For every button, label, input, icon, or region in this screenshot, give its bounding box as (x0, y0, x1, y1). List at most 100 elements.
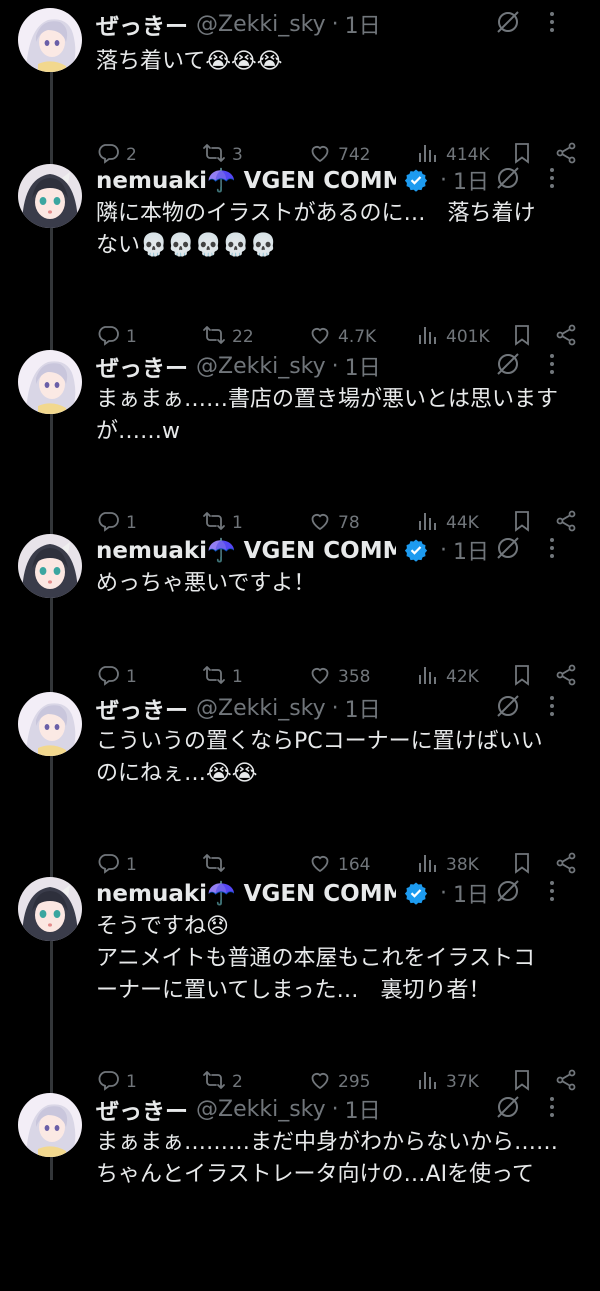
tweet-header: ぜっきー @Zekki_sky · 1日 (96, 6, 584, 42)
tweet-header: ぜっきー @Zekki_sky · 1日 (96, 1091, 584, 1127)
reply-count: 1 (126, 667, 137, 687)
separator-dot: · (331, 695, 339, 721)
views-count: 401K (446, 327, 490, 347)
tweet-header: nemuaki☂️ VGEN COMM... ·1日 (96, 532, 584, 568)
action-bar: 1 1 358 42K (96, 662, 588, 692)
like-count: 78 (338, 513, 360, 533)
tweet[interactable]: nemuaki☂️ VGEN COMM... ·1日そうですね😞 アニメイトも普通… (0, 875, 600, 1092)
tweet-text: 落ち着いて😭😭😭 (96, 49, 283, 74)
views-button[interactable]: 42K (416, 662, 479, 692)
like-count: 358 (338, 667, 371, 687)
like-count: 164 (338, 855, 371, 875)
grok-icon[interactable] (494, 1093, 522, 1121)
bookmark-button[interactable] (510, 662, 534, 692)
retweet-button[interactable]: 1 (202, 662, 243, 692)
display-name[interactable]: ぜっきー (96, 349, 188, 383)
tweet-text: そうですね😞 アニメイトも普通の本屋もこれをイラストコ ーナーに置いてしまった…… (96, 914, 536, 1003)
more-icon[interactable] (538, 877, 566, 905)
tweet-header: nemuaki☂️ VGEN COMM... ·1日 (96, 875, 584, 911)
tweet[interactable]: ぜっきー @Zekki_sky · 1日こういうの置くならPCコーナーに置けばいい の… (0, 690, 600, 890)
more-icon[interactable] (538, 164, 566, 192)
tweet-header: nemuaki☂️ VGEN COMM... ·1日 (96, 162, 584, 198)
grok-icon[interactable] (494, 877, 522, 905)
user-handle[interactable]: @Zekki_sky (196, 12, 326, 37)
share-icon (554, 663, 578, 692)
tweet-header: ぜっきー @Zekki_sky · 1日 (96, 348, 584, 384)
separator-dot: · (440, 167, 447, 193)
views-count: 37K (446, 1072, 479, 1092)
user-handle[interactable]: @Zekki_sky (196, 696, 326, 721)
timestamp[interactable]: 1日 (345, 692, 381, 724)
reply-count: 1 (126, 327, 137, 347)
reply-count: 1 (126, 855, 137, 875)
retweet-count: 22 (232, 327, 254, 347)
like-count: 295 (338, 1072, 371, 1092)
separator-dot: · (331, 11, 339, 37)
more-icon[interactable] (538, 8, 566, 36)
avatar[interactable] (18, 350, 82, 414)
retweet-count: 1 (232, 667, 243, 687)
timestamp[interactable]: 1日 (345, 350, 381, 382)
views-icon (416, 663, 446, 692)
timestamp[interactable]: 1日 (453, 877, 489, 909)
separator-dot: · (440, 880, 447, 906)
grok-icon[interactable] (494, 692, 522, 720)
views-count: 42K (446, 667, 479, 687)
more-icon[interactable] (538, 350, 566, 378)
tweet-text: こういうの置くならPCコーナーに置けばいい のにねぇ…😭😭 (96, 729, 543, 786)
like-button[interactable]: 358 (308, 662, 370, 692)
tweet-header: ぜっきー @Zekki_sky · 1日 (96, 690, 584, 726)
display-name[interactable]: ぜっきー (96, 691, 188, 725)
heart-icon (308, 663, 338, 692)
verified-badge-icon (404, 168, 428, 192)
avatar[interactable] (18, 8, 82, 72)
reply-icon (96, 663, 126, 692)
avatar[interactable] (18, 692, 82, 756)
avatar[interactable] (18, 534, 82, 598)
timestamp[interactable]: 1日 (345, 1093, 381, 1125)
retweet-count: 2 (232, 1072, 243, 1092)
bookmark-icon (510, 663, 534, 692)
display-name[interactable]: nemuaki☂️ VGEN COMM... (96, 167, 396, 194)
timestamp[interactable]: 1日 (453, 164, 489, 196)
tweet-text: 隣に本物のイラストがあるのに… 落ち着け ない💀💀💀💀💀 (96, 201, 536, 258)
separator-dot: · (331, 353, 339, 379)
grok-icon[interactable] (494, 534, 522, 562)
user-handle[interactable]: @Zekki_sky (196, 354, 326, 379)
reply-button[interactable]: 1 (96, 662, 137, 692)
tweet-text: めっちゃ悪いですよ！ (96, 571, 316, 596)
retweet-count: 1 (232, 513, 243, 533)
separator-dot: · (440, 537, 447, 563)
tweet[interactable]: nemuaki☂️ VGEN COMM... ·1日隣に本物のイラストがあるのに…… (0, 162, 600, 362)
timestamp[interactable]: 1日 (345, 8, 381, 40)
grok-icon[interactable] (494, 164, 522, 192)
display-name[interactable]: ぜっきー (96, 1092, 188, 1126)
avatar[interactable] (18, 877, 82, 941)
user-handle[interactable]: @Zekki_sky (196, 1097, 326, 1122)
grok-icon[interactable] (494, 8, 522, 36)
tweet-text: まぁまぁ………まだ中身がわからないから…… ちゃんとイラストレータ向けの…AIを… (96, 1130, 559, 1187)
views-count: 38K (446, 855, 479, 875)
timestamp[interactable]: 1日 (453, 534, 489, 566)
tweet-text: まぁまぁ……書店の置き場が悪いとは思います が……w (96, 387, 559, 444)
verified-badge-icon (404, 881, 428, 905)
display-name[interactable]: ぜっきー (96, 7, 188, 41)
tweet[interactable]: ぜっきー @Zekki_sky · 1日まぁまぁ……書店の置き場が悪いとは思います が… (0, 348, 600, 548)
separator-dot: · (331, 1096, 339, 1122)
more-icon[interactable] (538, 1093, 566, 1121)
verified-badge-icon (404, 538, 428, 562)
display-name[interactable]: nemuaki☂️ VGEN COMM... (96, 537, 396, 564)
share-button[interactable] (554, 662, 578, 692)
display-name[interactable]: nemuaki☂️ VGEN COMM... (96, 880, 396, 907)
tweet[interactable]: ぜっきー @Zekki_sky · 1日まぁまぁ………まだ中身がわからないから…… ち… (0, 1091, 600, 1291)
more-icon[interactable] (538, 534, 566, 562)
reply-count: 1 (126, 1072, 137, 1092)
grok-icon[interactable] (494, 350, 522, 378)
reply-count: 1 (126, 513, 137, 533)
retweet-icon (202, 663, 232, 692)
avatar[interactable] (18, 164, 82, 228)
views-count: 44K (446, 513, 479, 533)
like-count: 4.7K (338, 327, 377, 347)
avatar[interactable] (18, 1093, 82, 1157)
more-icon[interactable] (538, 692, 566, 720)
